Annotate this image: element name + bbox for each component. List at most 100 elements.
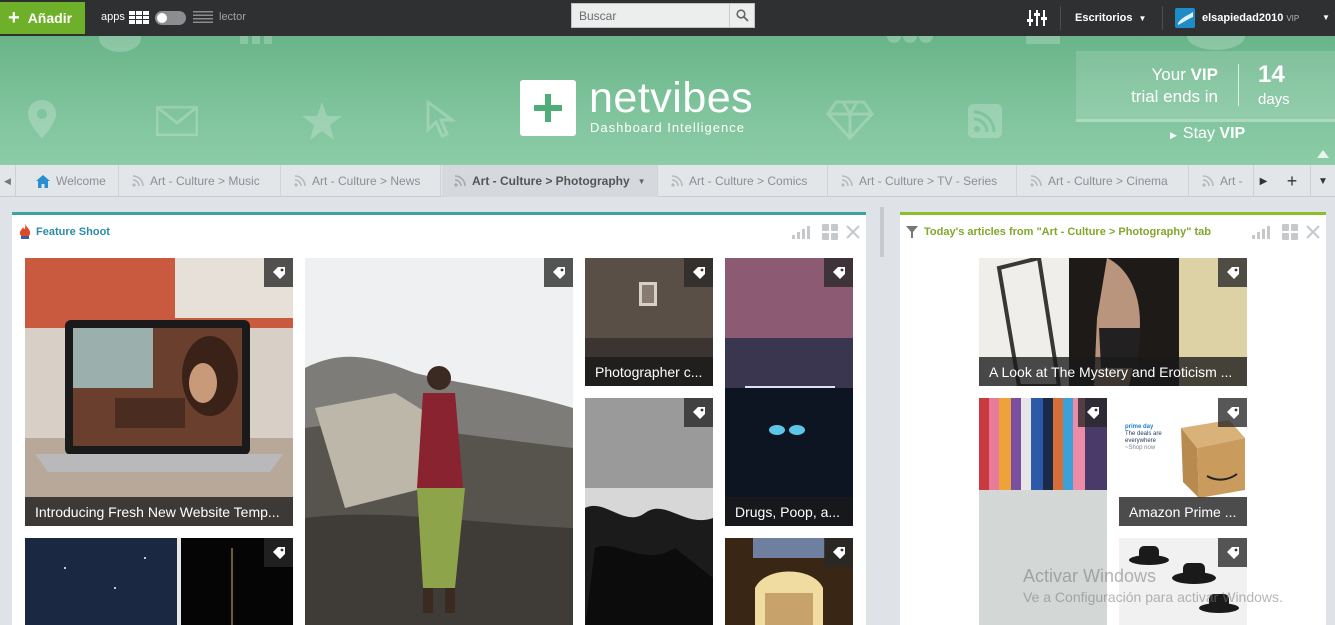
tag-icon [692,266,705,279]
tag-button[interactable] [264,258,293,287]
watermark-title: Activar Windows [1023,566,1157,586]
location-pin-icon [28,100,56,138]
tag-button[interactable] [1218,538,1247,567]
star-icon [302,102,342,140]
tag-icon [1226,406,1239,419]
widget-todays-articles: Today's articles from "Art - Culture > P… [900,212,1326,625]
close-icon[interactable] [1306,225,1320,239]
home-icon [36,174,50,188]
tab-bar: ◀ Welcome Art - Culture > Music Art - Cu… [0,165,1335,197]
tag-button[interactable] [1078,398,1107,427]
add-tab-button[interactable]: + [1280,165,1304,197]
tag-button[interactable] [824,538,853,567]
tag-icon [1086,406,1099,419]
tab-music[interactable]: Art - Culture > Music [120,165,281,197]
rss-icon [454,175,466,187]
tag-button[interactable] [1218,258,1247,287]
top-bar: + Añadir apps lector Escrito [0,0,1335,36]
close-icon[interactable] [846,225,860,239]
search-button[interactable] [729,4,754,27]
avatar[interactable] [1175,8,1195,28]
chat-bubble-icon [99,36,141,52]
article-tile-night-sky[interactable] [25,538,293,625]
view-mode-toggle[interactable] [155,11,186,25]
settings-sliders-icon[interactable] [1027,9,1047,27]
tag-button[interactable] [264,538,293,567]
vip-trial-panel[interactable]: Your VIP trial ends in 14 days [1076,51,1335,119]
grid-view-icon[interactable] [129,11,149,24]
tab-news[interactable]: Art - Culture > News [282,165,441,197]
article-tile-monochrome[interactable] [585,398,713,625]
desktops-menu[interactable]: Escritorios ▼ [1075,12,1146,24]
vip-divider [1238,64,1239,106]
article-image [25,258,293,526]
article-tile-photographer[interactable]: Photographer c... [585,258,713,386]
tab-photography[interactable]: Art - Culture > Photography ▼ [442,165,658,197]
tag-icon [272,546,285,559]
article-tile-station[interactable] [725,538,853,625]
stay-vip-link[interactable]: ▶ Stay VIP [1170,125,1245,143]
tab-overflow[interactable]: Art - [1190,165,1253,197]
tab-tv-series[interactable]: Art - Culture > TV - Series [829,165,1017,197]
tab-label: Art - Culture > Cinema [1048,174,1168,188]
tab-label: Art - Culture > Photography [472,174,630,188]
search-icon [735,9,749,22]
tab-label: Art - Culture > News [312,174,421,188]
chevron-down-icon[interactable]: ▼ [638,177,646,186]
tab-label: Art - [1220,174,1243,188]
article-image [725,258,853,526]
reader-view-label[interactable]: lector [219,11,246,23]
logo-wordmark: netvibes [589,74,754,122]
username: elsapiedad2010 [1202,12,1284,24]
signal-bars-icon[interactable] [1252,225,1274,239]
tab-menu-button[interactable]: ▼ [1310,165,1335,197]
tag-icon [1226,546,1239,559]
column-resize-handle[interactable] [880,207,884,257]
netvibes-logo-icon[interactable] [520,80,576,136]
article-tile-laptop[interactable]: Introducing Fresh New Website Temp... [25,258,293,526]
signal-bars-icon[interactable] [792,225,814,239]
collapse-banner-icon[interactable] [1317,150,1329,158]
list-view-icon[interactable] [193,11,213,23]
widget-feature-shoot: Feature Shoot Introducing Fresh New Webs… [12,212,866,625]
apps-view-label[interactable]: apps [101,11,125,23]
tab-welcome[interactable]: Welcome [24,165,119,197]
tab-scroll-right-button[interactable]: ▶ [1253,165,1273,197]
widget-header: Today's articles from "Art - Culture > P… [900,215,1326,249]
tag-button[interactable] [1218,398,1247,427]
tag-button[interactable] [684,258,713,287]
widget-tools [1252,224,1320,240]
tab-cinema[interactable]: Art - Culture > Cinema [1018,165,1189,197]
article-tile-mystery[interactable]: A Look at The Mystery and Eroticism ... [979,258,1247,386]
plus-icon: + [8,7,20,29]
chevron-right-icon: ▶ [1170,130,1177,140]
tab-scroll-left-button[interactable]: ◀ [0,165,16,197]
vip-days-count: 14 [1258,61,1285,88]
rss-icon [671,175,683,187]
vip-panel-strip [1076,119,1335,122]
article-tile-landfill[interactable] [305,258,573,625]
article-caption: Introducing Fresh New Website Temp... [25,497,293,526]
widget-title[interactable]: Today's articles from "Art - Culture > P… [924,226,1211,238]
puzzle-icon [1026,36,1060,44]
user-menu[interactable]: elsapiedad2010 VIP [1202,12,1299,24]
tag-button[interactable] [824,258,853,287]
rss-icon [1202,175,1214,187]
article-image [305,258,573,625]
view-grid-icon[interactable] [1282,224,1298,240]
widget-title[interactable]: Feature Shoot [36,226,110,238]
view-grid-icon[interactable] [822,224,838,240]
tab-label: Welcome [56,174,106,188]
tab-comics[interactable]: Art - Culture > Comics [659,165,828,197]
tag-button[interactable] [684,398,713,427]
people-icon [887,36,933,43]
add-button[interactable]: + Añadir [0,2,85,34]
filter-icon [906,226,918,238]
article-tile-drugs[interactable]: Drugs, Poop, a... [725,258,853,526]
tag-button[interactable] [544,258,573,287]
vip-days-label: days [1258,91,1290,108]
article-tile-amazon[interactable]: prime day The deals are everywhere ~Shop… [1119,398,1247,526]
chevron-down-icon[interactable]: ▼ [1322,13,1330,22]
windows-activation-watermark: Activar Windows Ve a Configuración para … [1023,566,1283,605]
search-input[interactable] [572,4,731,27]
